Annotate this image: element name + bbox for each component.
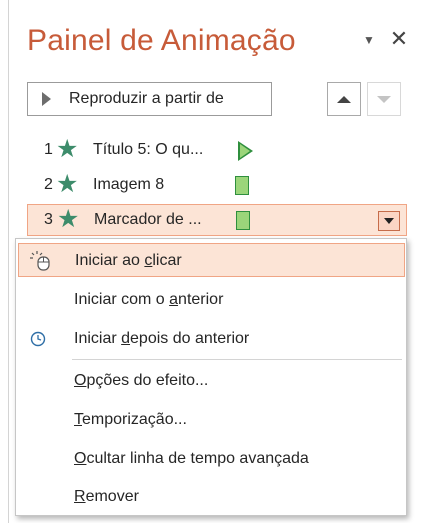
play-from-label: Reproduzir a partir de — [69, 90, 224, 107]
animation-name: Marcador de ... — [94, 211, 202, 228]
menu-item-timing[interactable]: Temporização... — [18, 403, 405, 437]
animation-row[interactable]: 2 ★ Imagem 8 — [27, 170, 407, 202]
menu-item-remove[interactable]: Remover — [18, 480, 405, 514]
clock-icon — [28, 328, 52, 350]
menu-item-hide-advanced-timeline[interactable]: Ocultar linha de tempo avançada — [18, 442, 405, 476]
star-icon: ★ — [56, 135, 79, 163]
menu-item-label: Ocultar linha de tempo avançada — [74, 450, 309, 467]
menu-item-start-on-click[interactable]: Iniciar ao clicar — [18, 243, 405, 277]
on-click-timing-icon — [238, 141, 253, 161]
timing-bar-icon — [235, 176, 249, 195]
star-icon: ★ — [57, 205, 80, 233]
arrow-down-icon — [377, 95, 391, 103]
play-from-button[interactable]: Reproduzir a partir de — [27, 82, 272, 116]
menu-item-label: Iniciar depois do anterior — [74, 330, 250, 347]
animation-number: 3 — [44, 211, 53, 228]
menu-separator — [72, 359, 402, 360]
menu-item-label: Opções do efeito... — [74, 372, 209, 389]
move-down-button[interactable] — [367, 82, 401, 116]
pane-options-icon[interactable]: ▼ — [360, 32, 378, 48]
menu-item-label: Temporização... — [74, 411, 187, 428]
pane-title: Painel de Animação — [27, 24, 296, 57]
star-icon: ★ — [56, 170, 79, 198]
mouse-icon — [29, 250, 53, 272]
menu-item-effect-options[interactable]: Opções do efeito... — [18, 364, 405, 398]
pane-left-border — [8, 0, 9, 523]
animation-name: Imagem 8 — [93, 176, 165, 193]
animation-name: Título 5: O qu... — [93, 141, 204, 158]
menu-item-label: Iniciar com o anterior — [74, 291, 224, 308]
menu-item-label: Remover — [74, 488, 139, 505]
move-up-button[interactable] — [327, 82, 361, 116]
animation-pane: Painel de Animação ▼ ✕ Reproduzir a part… — [0, 0, 423, 523]
chevron-down-icon — [384, 218, 394, 224]
close-icon[interactable]: ✕ — [389, 27, 409, 51]
animation-number: 1 — [44, 141, 53, 158]
timing-bar-icon — [236, 211, 250, 230]
animation-options-dropdown[interactable] — [378, 211, 400, 231]
animation-context-menu: Iniciar ao clicar Iniciar com o anterior… — [15, 238, 407, 516]
play-icon — [42, 92, 51, 106]
menu-item-start-with-previous[interactable]: Iniciar com o anterior — [18, 283, 405, 317]
animation-number: 2 — [44, 176, 53, 193]
arrow-up-icon — [337, 95, 351, 103]
animation-row[interactable]: 1 ★ Título 5: O qu... — [27, 135, 407, 167]
menu-item-label: Iniciar ao clicar — [75, 252, 182, 269]
menu-item-start-after-previous[interactable]: Iniciar depois do anterior — [18, 322, 405, 356]
animation-row-selected[interactable]: 3 ★ Marcador de ... — [27, 204, 407, 236]
